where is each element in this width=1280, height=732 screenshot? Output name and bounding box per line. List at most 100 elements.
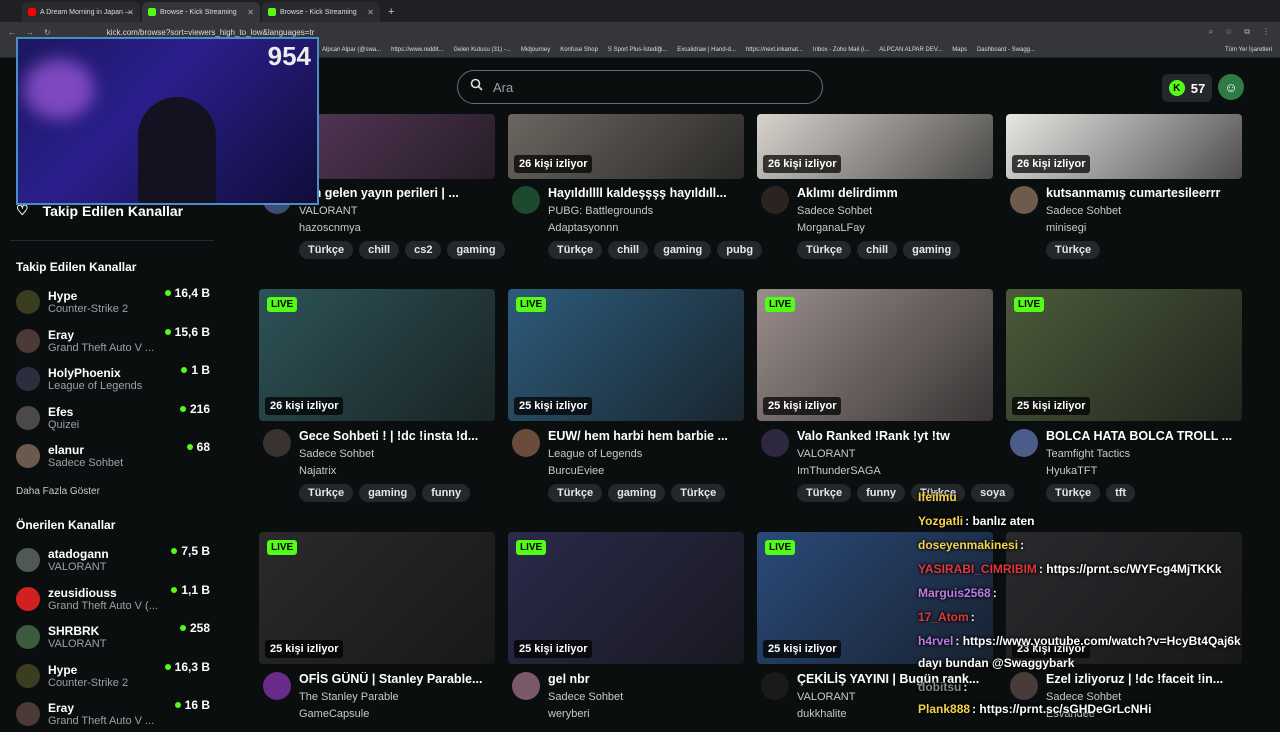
stream-category[interactable]: PUBG: Battlegrounds xyxy=(548,205,653,217)
bookmark-item[interactable]: https://next.inkamat... xyxy=(746,47,803,53)
bookmark-item[interactable]: Konfuse Shop xyxy=(560,47,598,53)
back-icon[interactable]: ← xyxy=(8,28,16,37)
bookmark-item[interactable]: Gelen Kutusu (31) -... xyxy=(453,47,510,53)
stream-thumbnail[interactable]: 26 kişi izliyor xyxy=(508,114,744,179)
stream-category[interactable]: Sadece Sohbet xyxy=(797,205,872,217)
stream-thumbnail[interactable]: LIVE 26 kişi izliyor xyxy=(259,289,495,421)
channel-avatar[interactable] xyxy=(512,186,540,214)
stream-tag[interactable]: Türkçe xyxy=(797,241,852,259)
bookmark-item[interactable]: Maps xyxy=(952,47,967,53)
browser-tab[interactable]: Browse - Kick Streaming ✕ xyxy=(262,2,380,22)
stream-thumbnail[interactable]: LIVE 25 kişi izliyor xyxy=(259,532,495,664)
channel-avatar[interactable] xyxy=(512,429,540,457)
stream-title[interactable]: OFİS GÜNÜ | Stanley Parable... xyxy=(299,672,495,686)
stream-title[interactable]: Gece Sohbeti ! | !dc !insta !d... xyxy=(299,429,495,443)
sidebar-channel-item[interactable]: elanur Sadece Sohbet 68 xyxy=(16,438,210,474)
browser-tab[interactable]: Browse - Kick Streaming ✕ xyxy=(142,2,260,22)
stream-category[interactable]: VALORANT xyxy=(299,205,357,217)
close-icon[interactable]: ✕ xyxy=(127,8,134,17)
stream-tag[interactable]: gaming xyxy=(447,241,505,259)
stream-tag[interactable]: Türkçe xyxy=(1046,241,1101,259)
close-icon[interactable]: ✕ xyxy=(367,8,374,17)
stream-category[interactable]: Sadece Sohbet xyxy=(548,691,623,703)
stream-tag[interactable]: funny xyxy=(857,484,906,502)
stream-title[interactable]: kutsanmamış cumartesileerrr xyxy=(1046,186,1242,200)
stream-title[interactable]: Valo Ranked !Rank !yt !tw xyxy=(797,429,993,443)
points-badge[interactable]: K 57 xyxy=(1162,74,1212,102)
stream-channel[interactable]: dukkhalite xyxy=(797,708,847,720)
stream-title[interactable]: BOLCA HATA BOLCA TROLL ... xyxy=(1046,429,1242,443)
stream-channel[interactable]: BurcuEviee xyxy=(548,465,604,477)
stream-tag[interactable]: Türkçe xyxy=(548,241,603,259)
all-bookmarks[interactable]: Tüm Yer İşaretleri xyxy=(1225,47,1272,53)
url-field[interactable]: kick.com/browse?sort=viewers_high_to_low… xyxy=(107,28,315,37)
stream-tag[interactable]: Türkçe xyxy=(797,484,852,502)
stream-channel[interactable]: Adaptasyonnn xyxy=(548,222,618,234)
stream-thumbnail[interactable]: 26 kişi izliyor xyxy=(757,114,993,179)
sidebar-channel-item[interactable]: HolyPhoenix League of Legends 1 B xyxy=(16,361,210,397)
extensions-icon[interactable]: ⧉ xyxy=(1244,27,1250,37)
stream-thumbnail[interactable]: LIVE 25 kişi izliyor xyxy=(508,289,744,421)
channel-avatar[interactable] xyxy=(761,672,789,700)
sidebar-channel-item[interactable]: Efes Quizei 216 xyxy=(16,400,210,436)
bookmark-item[interactable]: Midjourney xyxy=(521,47,550,53)
stream-title[interactable]: gel nbr xyxy=(548,672,744,686)
stream-title[interactable]: Hayıldıllll kaldeşşşş hayıldıll... xyxy=(548,186,744,200)
stream-thumbnail[interactable]: 26 kişi izliyor xyxy=(1006,114,1242,179)
bookmark-item[interactable]: https://www.reddit... xyxy=(391,47,443,53)
bookmark-item[interactable]: S Sport Plus-İstediği... xyxy=(608,47,667,53)
sidebar-channel-item[interactable]: SHRBRK VALORANT 258 xyxy=(16,619,210,655)
star-icon[interactable]: ☆ xyxy=(1225,27,1232,37)
sidebar-channel-item[interactable]: Eray Grand Theft Auto V ... 16 B xyxy=(16,696,210,732)
stream-tag[interactable]: gaming xyxy=(903,241,961,259)
stream-tag[interactable]: chill xyxy=(608,241,649,259)
stream-channel[interactable]: GameCapsule xyxy=(299,708,369,720)
stream-thumbnail[interactable]: LIVE 25 kişi izliyor xyxy=(757,289,993,421)
forward-icon[interactable]: → xyxy=(26,28,34,37)
bookmark-item[interactable]: Dashboard - Swagg... xyxy=(977,47,1035,53)
stream-channel[interactable]: HyukaTFT xyxy=(1046,465,1097,477)
show-more-link[interactable]: Daha Fazla Göster xyxy=(16,486,100,497)
stream-channel[interactable]: hazoscnmya xyxy=(299,222,361,234)
stream-channel[interactable]: Najatrix xyxy=(299,465,336,477)
stream-category[interactable]: The Stanley Parable xyxy=(299,691,399,703)
bookmark-item[interactable]: ALPCAN ALPAR DEV... xyxy=(879,47,942,53)
stream-category[interactable]: Sadece Sohbet xyxy=(1046,205,1121,217)
channel-avatar[interactable] xyxy=(761,429,789,457)
stream-channel[interactable]: minisegi xyxy=(1046,222,1086,234)
channel-avatar[interactable] xyxy=(761,186,789,214)
channel-avatar[interactable] xyxy=(1010,429,1038,457)
stream-title[interactable]: den gelen yayın perileri | ... xyxy=(299,186,495,200)
stream-tag[interactable]: Türkçe xyxy=(548,484,603,502)
stream-title[interactable]: Aklımı delirdimm xyxy=(797,186,993,200)
stream-thumbnail[interactable]: LIVE 25 kişi izliyor xyxy=(508,532,744,664)
stream-channel[interactable]: weryberi xyxy=(548,708,590,720)
channel-avatar[interactable] xyxy=(263,672,291,700)
search-input[interactable]: Ara xyxy=(457,70,823,104)
bookmark-item[interactable]: Excalidraw | Hand-d... xyxy=(677,47,736,53)
bookmark-item[interactable]: Alpcan Alpar (@swa... xyxy=(322,47,381,53)
zoom-icon[interactable]: ⌕ xyxy=(1209,27,1213,37)
channel-avatar[interactable] xyxy=(1010,186,1038,214)
stream-tag[interactable]: funny xyxy=(422,484,471,502)
reload-icon[interactable]: ↻ xyxy=(44,28,51,37)
sidebar-channel-item[interactable]: Hype Counter-Strike 2 16,4 B xyxy=(16,284,210,320)
stream-tag[interactable]: chill xyxy=(359,241,400,259)
channel-avatar[interactable] xyxy=(263,429,291,457)
stream-channel[interactable]: MorganaLFay xyxy=(797,222,865,234)
stream-tag[interactable]: chill xyxy=(857,241,898,259)
stream-tag[interactable]: cs2 xyxy=(405,241,442,259)
stream-category[interactable]: League of Legends xyxy=(548,448,642,460)
stream-category[interactable]: Teamfight Tactics xyxy=(1046,448,1130,460)
stream-tag[interactable]: gaming xyxy=(608,484,666,502)
sidebar-channel-item[interactable]: Eray Grand Theft Auto V ... 15,6 B xyxy=(16,323,210,359)
browser-tab[interactable]: A Dream Morning in Japan — ✕ xyxy=(22,2,140,22)
stream-title[interactable]: EUW/ hem harbi hem barbie ... xyxy=(548,429,744,443)
stream-category[interactable]: VALORANT xyxy=(797,691,855,703)
sidebar-channel-item[interactable]: Hype Counter-Strike 2 16,3 B xyxy=(16,658,210,694)
stream-tag[interactable]: Türkçe xyxy=(671,484,726,502)
stream-thumbnail[interactable]: LIVE 25 kişi izliyor xyxy=(1006,289,1242,421)
stream-tag[interactable]: Türkçe xyxy=(299,484,354,502)
menu-icon[interactable]: ⋮ xyxy=(1262,27,1270,37)
channel-avatar[interactable] xyxy=(512,672,540,700)
